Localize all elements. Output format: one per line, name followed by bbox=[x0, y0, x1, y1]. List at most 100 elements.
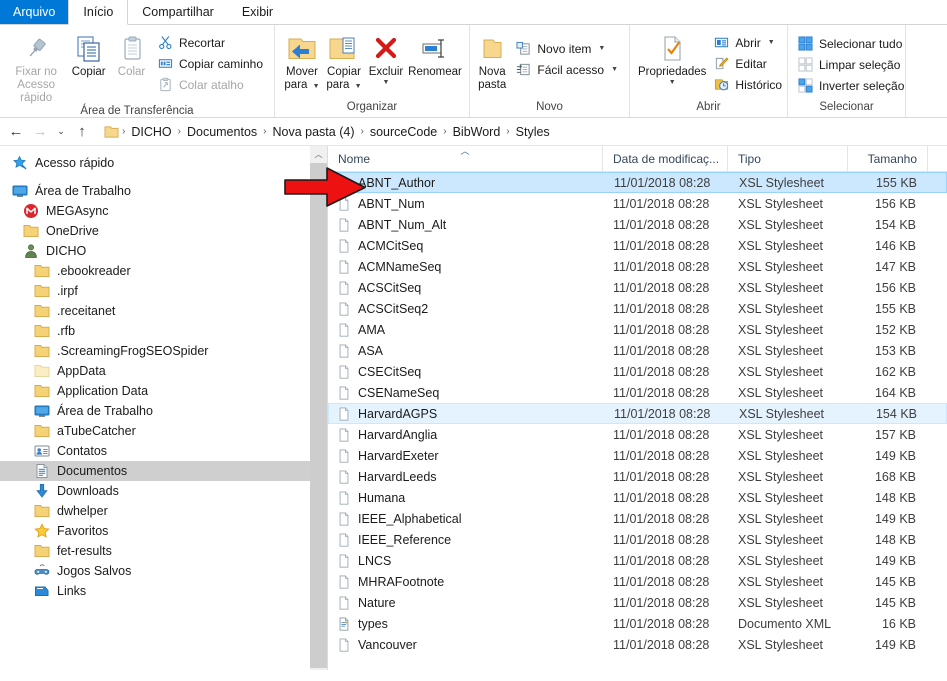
properties-button[interactable]: Propriedades ▼ bbox=[636, 29, 708, 86]
sidebar-item-onedrive[interactable]: OneDrive bbox=[0, 221, 327, 241]
new-item-button[interactable]: Novo item ▼ bbox=[512, 38, 623, 59]
table-row[interactable]: ABNT_Num_Alt 11/01/2018 08:28 XSL Styleshe… bbox=[328, 214, 947, 235]
tab-compartilhar[interactable]: Compartilhar bbox=[128, 0, 228, 24]
breadcrumb-sep[interactable]: › bbox=[440, 126, 449, 137]
sidebar-item-dwhelper[interactable]: dwhelper bbox=[0, 501, 327, 521]
table-row[interactable]: ABNT_Author 11/01/2018 08:28 XSL Styleshee… bbox=[328, 172, 947, 193]
scroll-up-button[interactable]: ︿ bbox=[310, 146, 327, 163]
table-row[interactable]: ABNT_Num 11/01/2018 08:28 XSL Stylesheet 15… bbox=[328, 193, 947, 214]
breadcrumb[interactable]: › DICHO › Documentos › Nova pasta (4) › … bbox=[94, 121, 943, 143]
column-header-date[interactable]: Data de modificaç... bbox=[603, 146, 728, 171]
table-row[interactable]: ACMNameSeq 11/01/2018 08:28 XSL Stylesheet… bbox=[328, 256, 947, 277]
sidebar-item-favoritos[interactable]: Favoritos bbox=[0, 521, 327, 541]
edit-button[interactable]: Editar bbox=[710, 53, 787, 74]
breadcrumb-item-bibword[interactable]: BibWord bbox=[450, 125, 504, 139]
pin-to-quick-access-button[interactable]: Fixar no Acesso rápido bbox=[6, 29, 66, 105]
new-folder-button[interactable]: Nova pasta bbox=[476, 29, 508, 92]
sidebar-item-rea-de-trabalho[interactable]: Área de Trabalho bbox=[0, 181, 327, 201]
table-row[interactable]: CSECitSeq 11/01/2018 08:28 XSL Stylesheet 1… bbox=[328, 361, 947, 382]
sidebar-item-fet-results[interactable]: fet-results bbox=[0, 541, 327, 561]
sidebar-item-acesso-r-pido[interactable]: Acesso rápido bbox=[0, 153, 327, 173]
tab-exibir[interactable]: Exibir bbox=[228, 0, 287, 24]
invert-selection-button[interactable]: Inverter seleção bbox=[794, 75, 909, 96]
table-row[interactable]: HarvardAGPS 11/01/2018 08:28 XSL Styleshee… bbox=[328, 403, 947, 424]
table-row[interactable]: CSENameSeq 11/01/2018 08:28 XSL Stylesheet… bbox=[328, 382, 947, 403]
history-button[interactable]: Histórico bbox=[710, 74, 787, 95]
paste-shortcut-button[interactable]: Colar atalho bbox=[154, 74, 268, 95]
sidebar-item-megasync[interactable]: MEGAsync bbox=[0, 201, 327, 221]
sidebar-item-application-data[interactable]: Application Data bbox=[0, 381, 327, 401]
copy-path-button[interactable]: Copiar caminho bbox=[154, 53, 268, 74]
navigation-scrollbar[interactable]: ︿ bbox=[310, 146, 327, 670]
tab-arquivo[interactable]: Arquivo bbox=[0, 0, 69, 24]
select-all-button[interactable]: Selecionar tudo bbox=[794, 33, 909, 54]
rename-button[interactable]: Renomear bbox=[407, 29, 463, 79]
sidebar-item-documentos[interactable]: Documentos bbox=[0, 461, 327, 481]
table-row[interactable]: ACSCitSeq2 11/01/2018 08:28 XSL Stylesheet… bbox=[328, 298, 947, 319]
table-row[interactable]: LNCS 11/01/2018 08:28 XSL Stylesheet 149 KB bbox=[328, 550, 947, 571]
column-header-size[interactable]: Tamanho bbox=[848, 146, 928, 171]
sidebar-item-appdata[interactable]: AppData bbox=[0, 361, 327, 381]
chevron-down-icon[interactable]: ▼ bbox=[355, 83, 362, 90]
table-row[interactable]: types 11/01/2018 08:28 Documento XML 16 KB bbox=[328, 613, 947, 634]
chevron-down-icon[interactable]: ▼ bbox=[313, 83, 320, 90]
table-row[interactable]: HarvardAnglia 11/01/2018 08:28 XSL Stylesh… bbox=[328, 424, 947, 445]
sidebar-item-links[interactable]: Links bbox=[0, 581, 327, 601]
delete-button[interactable]: Excluir ▼ bbox=[365, 29, 407, 86]
breadcrumb-sep[interactable]: › bbox=[260, 126, 269, 137]
breadcrumb-item-dicho[interactable]: DICHO bbox=[128, 125, 174, 139]
copy-to-button[interactable]: Copiar para ▼ bbox=[323, 29, 365, 92]
cut-button[interactable]: Recortar bbox=[154, 32, 268, 53]
tab-inicio[interactable]: Início bbox=[68, 0, 129, 25]
breadcrumb-item-styles[interactable]: Styles bbox=[513, 125, 553, 139]
sidebar-item-irpf[interactable]: .irpf bbox=[0, 281, 327, 301]
breadcrumb-sep[interactable]: › bbox=[503, 126, 512, 137]
table-row[interactable]: IEEE_Alphabetical 11/01/2018 08:28 XSL Sty… bbox=[328, 508, 947, 529]
table-row[interactable]: IEEE_Reference 11/01/2018 08:28 XSL Styles… bbox=[328, 529, 947, 550]
scrollbar-thumb[interactable] bbox=[310, 163, 327, 668]
move-to-button[interactable]: Mover para ▼ bbox=[281, 29, 323, 92]
table-row[interactable]: Nature 11/01/2018 08:28 XSL Stylesheet 145 … bbox=[328, 592, 947, 613]
sidebar-item-rea-de-trabalho[interactable]: Área de Trabalho bbox=[0, 401, 327, 421]
breadcrumb-sep[interactable]: › bbox=[357, 126, 366, 137]
sidebar-item-ebookreader[interactable]: .ebookreader bbox=[0, 261, 327, 281]
sidebar-item-contatos[interactable]: Contatos bbox=[0, 441, 327, 461]
paste-button[interactable]: Colar bbox=[111, 29, 152, 79]
chevron-down-icon[interactable]: ▼ bbox=[383, 79, 390, 86]
sidebar-item-receitanet[interactable]: .receitanet bbox=[0, 301, 327, 321]
sidebar-item-rfb[interactable]: .rfb bbox=[0, 321, 327, 341]
up-button[interactable]: ↑ bbox=[70, 120, 94, 144]
forward-button[interactable]: → bbox=[28, 120, 52, 144]
copy-button[interactable]: Copiar bbox=[66, 29, 111, 79]
table-row[interactable]: Humana 11/01/2018 08:28 XSL Stylesheet 148 … bbox=[328, 487, 947, 508]
clear-selection-button[interactable]: Limpar seleção bbox=[794, 54, 909, 75]
table-row[interactable]: MHRAFootnote 11/01/2018 08:28 XSL Styleshe… bbox=[328, 571, 947, 592]
table-row[interactable]: ACSCitSeq 11/01/2018 08:28 XSL Stylesheet 1… bbox=[328, 277, 947, 298]
breadcrumb-item-nova-pasta-4[interactable]: Nova pasta (4) bbox=[270, 125, 358, 139]
column-header-name[interactable]: ︿ Nome bbox=[328, 146, 603, 171]
sidebar-item-dicho[interactable]: DICHO bbox=[0, 241, 327, 261]
sidebar-item-downloads[interactable]: Downloads bbox=[0, 481, 327, 501]
table-row[interactable]: ASA 11/01/2018 08:28 XSL Stylesheet 153 KB bbox=[328, 340, 947, 361]
breadcrumb-item-sourcecode[interactable]: sourceCode bbox=[367, 125, 440, 139]
sidebar-item-atubecatcher[interactable]: aTubeCatcher bbox=[0, 421, 327, 441]
table-row[interactable]: ACMCitSeq 11/01/2018 08:28 XSL Stylesheet 1… bbox=[328, 235, 947, 256]
easy-access-button[interactable]: Fácil acesso ▼ bbox=[512, 59, 623, 80]
chevron-down-icon[interactable]: ▼ bbox=[768, 39, 775, 46]
chevron-down-icon[interactable]: ▼ bbox=[611, 66, 618, 73]
chevron-down-icon[interactable]: ▼ bbox=[598, 45, 605, 52]
open-button[interactable]: Abrir ▼ bbox=[710, 32, 787, 53]
chevron-down-icon[interactable]: ▼ bbox=[669, 79, 676, 86]
column-header-type[interactable]: Tipo bbox=[728, 146, 848, 171]
sidebar-item-jogos-salvos[interactable]: Jogos Salvos bbox=[0, 561, 327, 581]
table-row[interactable]: HarvardExeter 11/01/2018 08:28 XSL Stylesh… bbox=[328, 445, 947, 466]
table-row[interactable]: HarvardLeeds 11/01/2018 08:28 XSL Styleshe… bbox=[328, 466, 947, 487]
forward-icon: → bbox=[32, 123, 48, 140]
table-row[interactable]: AMA 11/01/2018 08:28 XSL Stylesheet 152 KB bbox=[328, 319, 947, 340]
back-button[interactable]: ← bbox=[4, 120, 28, 144]
sidebar-item-screamingfrogseospider[interactable]: .ScreamingFrogSEOSpider bbox=[0, 341, 327, 361]
breadcrumb-item-documentos[interactable]: Documentos bbox=[184, 125, 260, 139]
table-row[interactable]: Vancouver 11/01/2018 08:28 XSL Stylesheet 1… bbox=[328, 634, 947, 655]
breadcrumb-sep[interactable]: › bbox=[175, 126, 184, 137]
recent-locations-button[interactable]: ⌄ bbox=[52, 120, 70, 144]
